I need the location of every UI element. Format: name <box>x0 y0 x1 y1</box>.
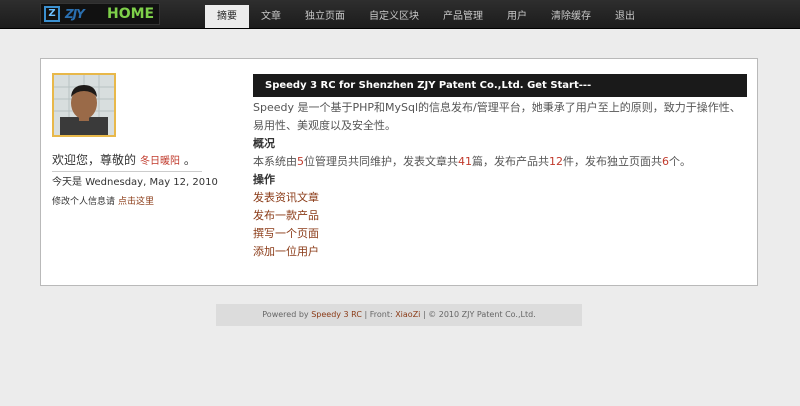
action-post-article[interactable]: 发表资讯文章 <box>253 189 747 207</box>
intro-text: Speedy 是一个基于PHP和MySql的信息发布/管理平台，她秉承了用户至上… <box>253 101 741 132</box>
stats-text-3: 件，发布独立页面共 <box>563 155 662 168</box>
tab-summary[interactable]: 摘要 <box>205 5 249 28</box>
product-count: 12 <box>549 155 563 168</box>
stats-text-4: 个。 <box>669 155 691 168</box>
edit-profile-label: 修改个人信息请 <box>52 197 116 207</box>
headline-bar: Speedy 3 RC for Shenzhen ZJY Patent Co.,… <box>253 74 747 97</box>
site-logo[interactable]: Z ZJY HOME <box>40 3 160 25</box>
footer-separator: | <box>364 310 368 319</box>
footer-powered-by: Powered by <box>262 310 309 319</box>
stats-text-2: 篇，发布产品共 <box>472 155 549 168</box>
stats-text-1: 位管理员共同维护，发表文章共 <box>304 155 458 168</box>
tab-users[interactable]: 用户 <box>495 5 539 28</box>
footer-front-label: Front: <box>369 310 393 319</box>
action-write-page[interactable]: 撰写一个页面 <box>253 225 747 243</box>
welcome-suffix: 。 <box>183 153 196 167</box>
tab-products[interactable]: 产品管理 <box>431 5 495 28</box>
summary-content: Speedy 是一个基于PHP和MySql的信息发布/管理平台，她秉承了用户至上… <box>253 99 747 261</box>
tab-custom-blocks[interactable]: 自定义区块 <box>357 5 431 28</box>
footer-front-link[interactable]: XiaoZi <box>395 310 420 319</box>
tab-articles[interactable]: 文章 <box>249 5 293 28</box>
logo-text: ZJY <box>65 7 85 21</box>
welcome-prefix: 欢迎您，尊敬的 <box>52 153 137 167</box>
today-label: 今天是 <box>52 177 82 188</box>
tab-logout[interactable]: 退出 <box>603 5 647 28</box>
footer-separator: | <box>422 310 426 319</box>
overview-heading: 概况 <box>253 137 275 150</box>
edit-profile: 修改个人信息请 点击这里 <box>52 194 154 207</box>
admin-count: 5 <box>297 155 304 168</box>
actions-heading: 操作 <box>253 173 275 186</box>
user-photo <box>54 75 114 135</box>
welcome-message: 欢迎您，尊敬的 冬日暖阳 。 <box>52 151 202 172</box>
tab-pages[interactable]: 独立页面 <box>293 5 357 28</box>
footer-copyright: © 2010 ZJY Patent Co.,Ltd. <box>428 310 536 319</box>
dashboard-panel: 欢迎您，尊敬的 冬日暖阳 。 今天是 Wednesday, May 12, 201… <box>40 58 758 286</box>
page-count: 6 <box>662 155 669 168</box>
stats-text: 本系统由5位管理员共同维护，发表文章共41篇，发布产品共12件，发布独立页面共6… <box>253 153 747 171</box>
article-count: 41 <box>458 155 472 168</box>
edit-profile-link[interactable]: 点击这里 <box>118 197 154 207</box>
today-value: Wednesday, May 12, 2010 <box>85 177 218 188</box>
today-date: 今天是 Wednesday, May 12, 2010 <box>52 173 218 188</box>
action-add-user[interactable]: 添加一位用户 <box>253 243 747 261</box>
footer: Powered by Speedy 3 RC | Front: XiaoZi |… <box>216 304 582 326</box>
avatar <box>52 73 116 137</box>
username: 冬日暖阳 <box>140 156 181 167</box>
stats-prefix: 本系统由 <box>253 155 297 168</box>
logo-home-text: HOME <box>107 6 155 22</box>
footer-product-link[interactable]: Speedy 3 RC <box>311 310 362 319</box>
action-publish-product[interactable]: 发布一款产品 <box>253 207 747 225</box>
top-navigation-bar: Z ZJY HOME 摘要 文章 独立页面 自定义区块 产品管理 用户 清除缓存… <box>0 0 800 29</box>
zjy-logo-icon: Z <box>44 6 60 22</box>
tab-clear-cache[interactable]: 清除缓存 <box>539 5 603 28</box>
main-nav: 摘要 文章 独立页面 自定义区块 产品管理 用户 清除缓存 退出 <box>205 5 647 28</box>
